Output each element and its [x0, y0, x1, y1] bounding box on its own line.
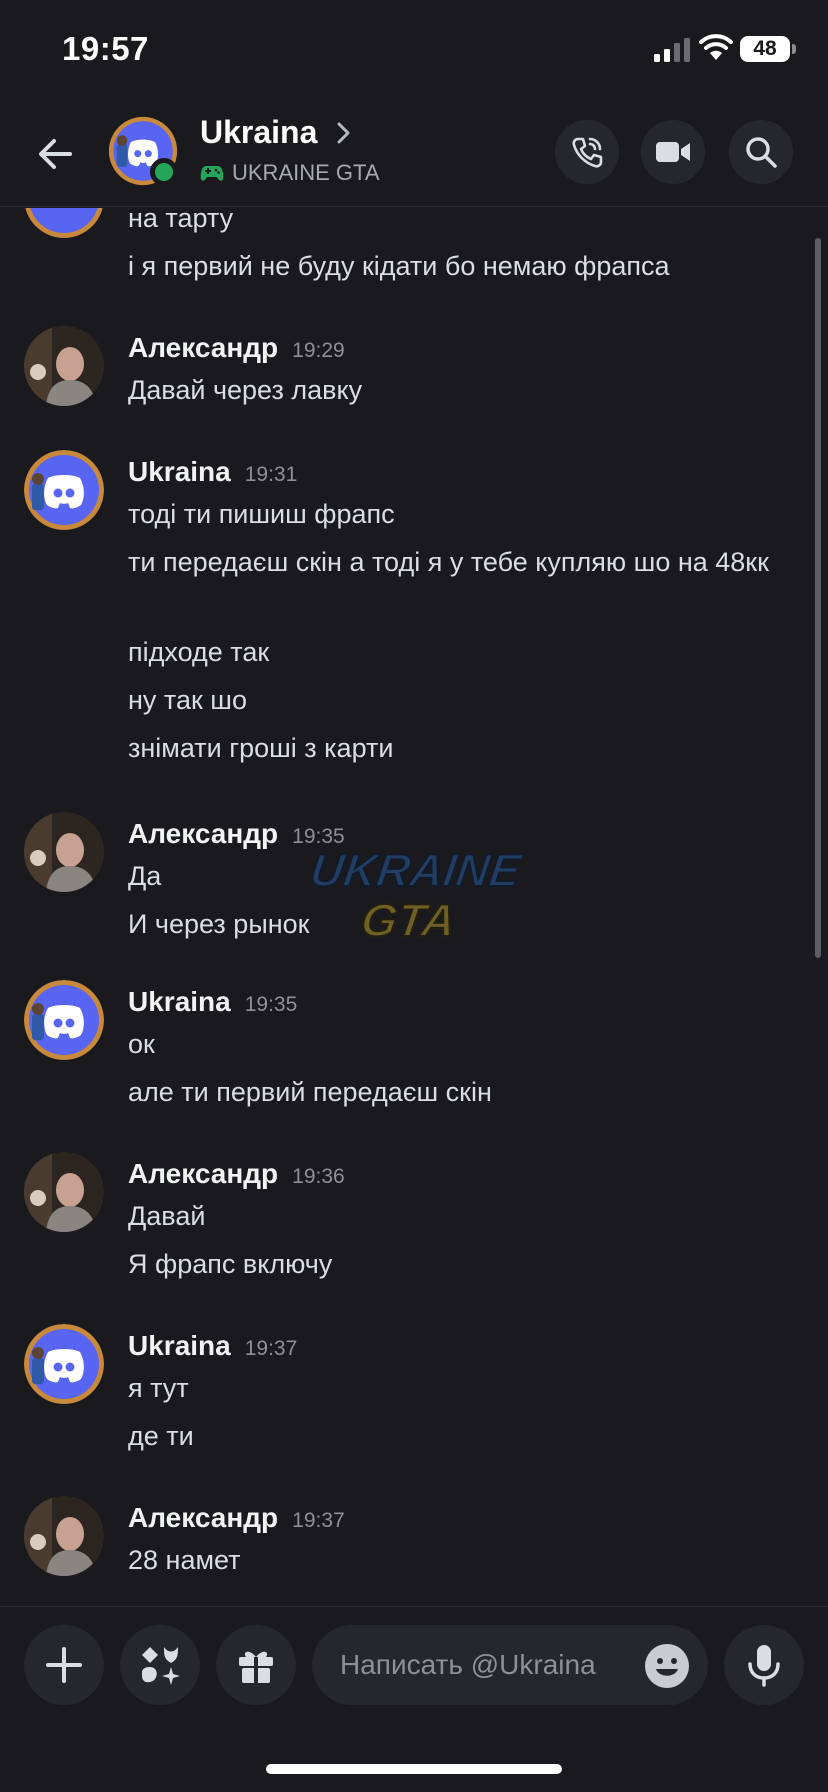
plus-icon [46, 1647, 82, 1683]
watermark-line-2: GTA [358, 894, 459, 946]
message-author[interactable]: Александр 19:29 [128, 332, 345, 364]
message-text: тоді ти пишиш фрапс [128, 499, 395, 529]
status-time: 19:57 [62, 30, 149, 67]
gift-button[interactable] [216, 1625, 296, 1705]
header-title[interactable]: Ukraina [200, 114, 317, 151]
author-name[interactable]: Александр [128, 332, 278, 363]
scrollbar[interactable] [815, 238, 821, 958]
message-timestamp: 19:35 [244, 993, 298, 1016]
message-text: Давай через лавку [128, 375, 363, 405]
message-text: ну так шо [128, 685, 247, 715]
header-activity-label: UKRAINE GTA [232, 160, 380, 185]
apps-button[interactable] [120, 1625, 200, 1705]
message-text: ок [128, 1029, 155, 1059]
add-attachment-button[interactable] [24, 1625, 104, 1705]
author-name[interactable]: Александр [128, 1502, 278, 1533]
message-timestamp: 19:31 [244, 463, 298, 486]
author-name[interactable]: Александр [128, 818, 278, 849]
message-author[interactable]: Александр 19:37 [128, 1502, 345, 1534]
status-bar: 19:57 48 [0, 0, 828, 100]
signal-icon [654, 38, 690, 62]
video-camera-icon [656, 142, 690, 162]
message-text: на тарту [128, 208, 234, 233]
gift-icon [239, 1651, 273, 1683]
avatar[interactable] [24, 1496, 104, 1576]
message-author[interactable]: Ukraina 19:37 [128, 1330, 297, 1362]
avatar[interactable] [24, 1324, 104, 1404]
avatar[interactable] [24, 208, 104, 238]
message-text: знімати гроші з карти [128, 733, 394, 763]
battery-tip [792, 44, 796, 54]
author-name[interactable]: Ukraina [128, 986, 231, 1017]
message-text: де ти [128, 1421, 194, 1451]
message-author[interactable]: Александр 19:36 [128, 1158, 345, 1190]
avatar[interactable] [24, 1152, 104, 1232]
video-call-button[interactable] [641, 120, 705, 184]
message-text: Я фрапс включу [128, 1249, 333, 1279]
call-button[interactable] [555, 120, 619, 184]
channel-header: Ukraina UKRAINE GTA [0, 100, 828, 207]
avatar[interactable] [24, 326, 104, 406]
battery-indicator: 48 [740, 36, 790, 62]
header-activity: UKRAINE GTA [200, 160, 380, 186]
message-text: підходе так [128, 637, 270, 667]
author-name[interactable]: Ukraina [128, 456, 231, 487]
chevron-right-icon[interactable] [334, 120, 354, 146]
author-name[interactable]: Александр [128, 1158, 278, 1189]
message-author[interactable]: Ukraina 19:31 [128, 456, 297, 488]
microphone-icon [748, 1645, 780, 1687]
avatar[interactable] [24, 450, 104, 530]
home-indicator[interactable] [266, 1764, 562, 1774]
gamepad-icon [200, 166, 224, 181]
online-status-dot [150, 158, 178, 186]
phone-icon [572, 137, 603, 168]
avatar[interactable] [24, 980, 104, 1060]
search-icon [746, 137, 777, 168]
message-timestamp: 19:36 [292, 1165, 345, 1188]
message-text: я тут [128, 1373, 189, 1403]
watermark-line-1: UKRAINE [307, 844, 525, 896]
message-author[interactable]: Ukraina 19:35 [128, 986, 297, 1018]
avatar[interactable] [24, 812, 104, 892]
ukraine-gta-watermark: UKRAINE GTA [306, 843, 526, 947]
message-input[interactable] [340, 1625, 640, 1705]
message-text: але ти первий передаєш скін [128, 1077, 492, 1107]
message-timestamp: 19:29 [292, 339, 345, 362]
message-text: Давай [128, 1201, 206, 1231]
arrow-left-icon[interactable] [30, 128, 82, 180]
author-name[interactable]: Ukraina [128, 1330, 231, 1361]
message-text: ти передаєш скін а тоді я у тебе купляю … [128, 547, 769, 577]
emoji-icon[interactable] [644, 1643, 690, 1689]
message-text: і я первий не буду кідати бо немаю фрапс… [128, 251, 670, 281]
search-button[interactable] [729, 120, 793, 184]
message-timestamp: 19:37 [292, 1509, 345, 1532]
voice-message-button[interactable] [724, 1625, 804, 1705]
message-input-container[interactable] [312, 1625, 708, 1705]
apps-icon [142, 1647, 180, 1685]
message-timestamp: 19:37 [244, 1337, 298, 1360]
message-text: 28 намет [128, 1545, 241, 1575]
wifi-icon [699, 34, 733, 60]
